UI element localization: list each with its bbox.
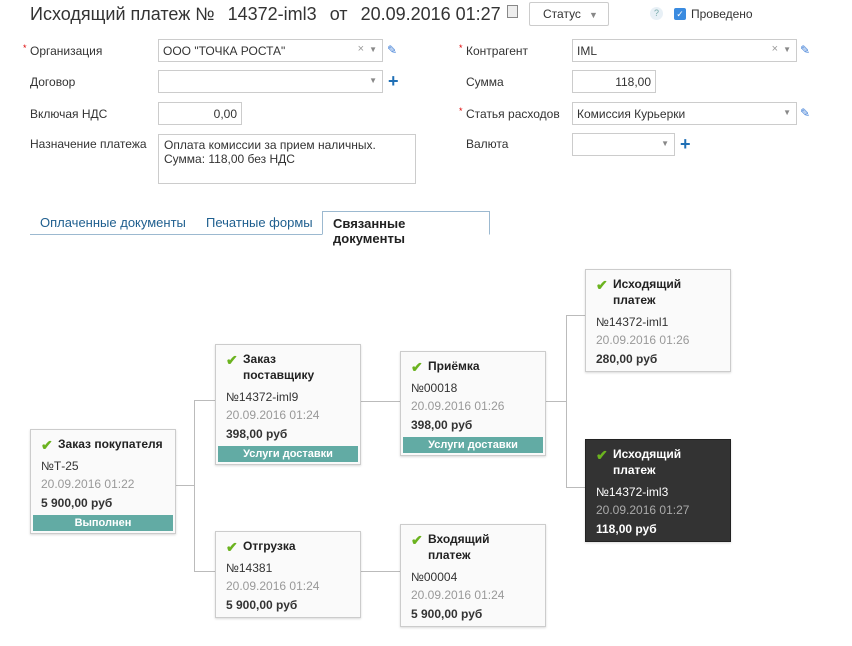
posted-checkbox[interactable]: ✓ [674,8,686,20]
card-number: №00004 [411,570,458,584]
card-status-badge: Услуги доставки [218,446,358,462]
connector [194,400,215,401]
purpose-label: Назначение платежа [30,137,147,151]
organization-select[interactable]: ООО "ТОЧКА РОСТА" × ▼ [158,39,383,62]
card-title: Отгрузка [243,539,296,553]
connector [360,401,400,402]
card-status-badge: Услуги доставки [403,437,543,453]
card-sum: 280,00 руб [596,352,658,366]
edit-icon[interactable]: ✎ [800,43,810,57]
doc-card-shipment[interactable]: ✔ Отгрузка №14381 20.09.2016 01:24 5 900,… [215,531,361,618]
tab-print-forms[interactable]: Печатные формы [196,211,323,235]
check-icon: ✔ [226,539,238,555]
connector [566,315,567,488]
card-title: Приёмка [428,359,480,373]
doc-card-customer-order[interactable]: ✔ Заказ покупателя №Т-25 20.09.2016 01:22… [30,429,176,534]
connector [566,315,585,316]
card-title: Исходящий платеж [613,277,682,307]
card-date: 20.09.2016 01:27 [596,503,690,517]
currency-select[interactable]: ▼ [572,133,675,156]
card-number: №14381 [226,561,273,575]
check-icon: ✔ [596,447,608,463]
add-contract-button[interactable]: + [388,72,399,90]
connector [360,571,400,572]
chevron-down-icon[interactable]: ▼ [661,139,669,148]
page-title: Исходящий платеж № 14372-iml3 от 20.09.2… [30,4,509,25]
connector [546,401,566,402]
help-icon[interactable]: ? [650,7,663,20]
check-icon: ✔ [41,437,53,453]
card-date: 20.09.2016 01:24 [411,588,505,602]
doc-card-supplier-order[interactable]: ✔ Заказ поставщику №14372-iml9 20.09.2016… [215,344,361,465]
card-date: 20.09.2016 01:22 [41,477,135,491]
vat-label: Включая НДС [30,107,108,121]
edit-icon[interactable]: ✎ [387,43,397,57]
card-date: 20.09.2016 01:24 [226,408,320,422]
chevron-down-icon[interactable]: ▼ [783,45,791,54]
card-number: №14372-iml9 [226,390,299,404]
expense-item-select[interactable]: Комиссия Курьерки ▼ [572,102,797,125]
card-number: №00018 [411,381,458,395]
card-status-badge: Выполнен [33,515,173,531]
status-label: Статус [543,7,581,21]
card-date: 20.09.2016 01:26 [596,333,690,347]
connector [176,485,194,486]
card-date: 20.09.2016 01:24 [226,579,320,593]
card-number: №14372-iml1 [596,315,669,329]
counterparty-label: * Контрагент [459,43,529,58]
doc-card-outgoing-payment-current[interactable]: ✔ Исходящий платеж №14372-iml3 20.09.2016… [585,439,731,542]
counterparty-select[interactable]: IML × ▼ [572,39,797,62]
check-icon: ✔ [411,532,423,548]
connector [194,571,215,572]
connector [566,487,585,488]
currency-label: Валюта [466,137,509,151]
chevron-down-icon[interactable]: ▼ [783,108,791,117]
amount-label: Сумма [466,75,504,89]
card-date: 20.09.2016 01:26 [411,399,505,413]
card-title: Заказ покупателя [58,437,163,451]
expense-item-label: * Статья расходов [459,106,560,121]
vat-input[interactable]: 0,00 [158,102,242,125]
add-currency-button[interactable]: + [680,135,691,153]
check-icon: ✔ [226,352,238,368]
purpose-textarea[interactable]: Оплата комиссии за прием наличных. Сумма… [158,134,416,184]
card-sum: 5 900,00 руб [411,607,483,621]
chevron-down-icon[interactable]: ▼ [369,45,377,54]
status-button[interactable]: Статус ▼ [529,2,609,26]
doc-number: 14372-iml3 [227,4,317,24]
clear-icon[interactable]: × [772,43,778,55]
organization-label: * Организация [23,43,103,58]
doc-type: Исходящий платеж № [30,4,215,24]
tab-related-documents[interactable]: Связанные документы [322,211,490,246]
contract-label: Договор [30,75,76,89]
calendar-icon[interactable] [507,5,518,18]
check-icon: ✔ [411,359,423,375]
connector [194,400,195,572]
card-sum: 398,00 руб [411,418,473,432]
doc-date: 20.09.2016 01:27 [360,4,501,24]
clear-icon[interactable]: × [358,43,364,55]
tab-paid-documents[interactable]: Оплаченные документы [30,211,196,235]
card-title: Входящий платеж [428,532,490,562]
contract-select[interactable]: ▼ [158,70,383,93]
chevron-down-icon[interactable]: ▼ [369,76,377,85]
check-icon: ✔ [596,277,608,293]
card-title: Исходящий платеж [613,447,682,477]
card-sum: 5 900,00 руб [226,598,298,612]
doc-card-outgoing-payment-1[interactable]: ✔ Исходящий платеж №14372-iml1 20.09.2016… [585,269,731,372]
posted-label: Проведено [691,7,753,21]
amount-input[interactable]: 118,00 [572,70,656,93]
card-number: №Т-25 [41,459,79,473]
card-title: Заказ поставщику [243,352,315,382]
doc-card-receipt[interactable]: ✔ Приёмка №00018 20.09.2016 01:26 398,00 … [400,351,546,456]
chevron-down-icon: ▼ [588,10,598,20]
card-sum: 398,00 руб [226,427,288,441]
card-number: №14372-iml3 [596,485,669,499]
from-label: от [329,4,348,24]
card-sum: 118,00 руб [596,522,657,536]
card-sum: 5 900,00 руб [41,496,113,510]
doc-card-incoming-payment[interactable]: ✔ Входящий платеж №00004 20.09.2016 01:24… [400,524,546,627]
edit-icon[interactable]: ✎ [800,106,810,120]
